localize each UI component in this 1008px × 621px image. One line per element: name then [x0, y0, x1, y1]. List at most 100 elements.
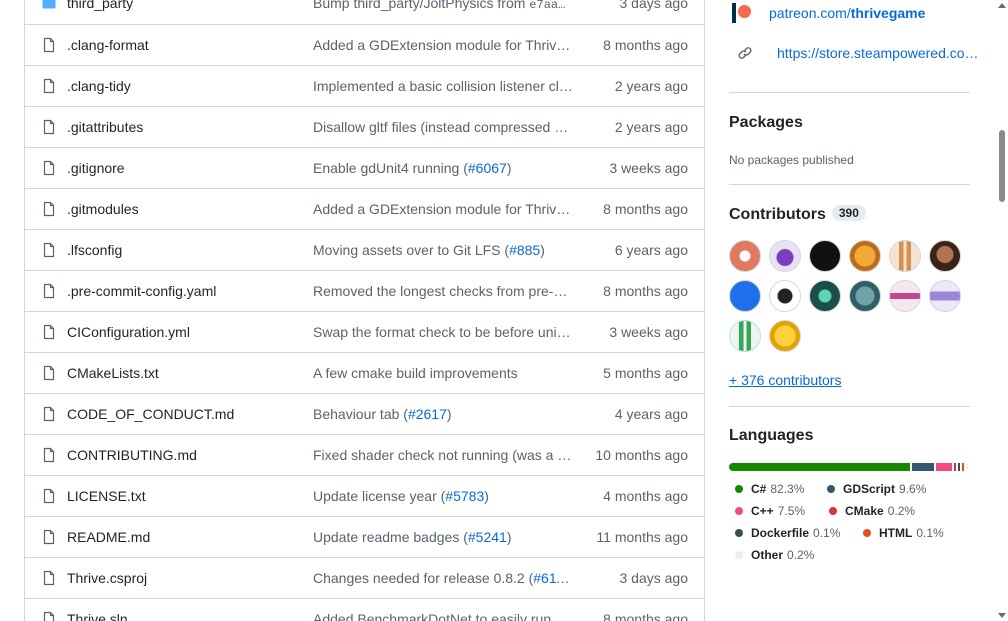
commit-message-link[interactable]: Changes needed for release 0.8.2 (#6111): [313, 570, 573, 586]
contributor-avatar[interactable]: [849, 280, 881, 312]
file-row[interactable]: .gitmodules Added a GDExtension module fo…: [25, 188, 704, 229]
pull-request-link[interactable]: #5783: [445, 488, 484, 504]
file-name-link[interactable]: CIConfiguration.yml: [67, 324, 190, 340]
store-link-row[interactable]: https://store.steampowered.co…: [729, 43, 979, 63]
language-color-dot: [863, 529, 871, 537]
contributor-avatar[interactable]: [889, 240, 921, 272]
contributor-avatar[interactable]: [729, 240, 761, 272]
file-name-link[interactable]: third_party: [67, 0, 133, 11]
commit-message-link[interactable]: Enable gdUnit4 running (#6067): [313, 160, 573, 176]
contributor-avatar[interactable]: [809, 280, 841, 312]
file-name-link[interactable]: .clang-format: [67, 37, 149, 53]
pull-request-link[interactable]: #2617: [408, 406, 447, 422]
file-name-link[interactable]: .pre-commit-config.yaml: [67, 283, 216, 299]
file-name-link[interactable]: CODE_OF_CONDUCT.md: [67, 406, 234, 422]
commit-message-link[interactable]: Added BenchmarkDotNet to easily run…: [313, 611, 573, 621]
language-legend-item[interactable]: HTML 0.1%: [863, 526, 944, 540]
file-row[interactable]: README.md Update readme badges (#5241) 11 …: [25, 516, 704, 557]
language-legend-item[interactable]: Other 0.2%: [735, 548, 814, 562]
pull-request-link[interactable]: #885: [509, 242, 540, 258]
file-name-link[interactable]: CMakeLists.txt: [67, 365, 159, 381]
file-name-link[interactable]: .clang-tidy: [67, 78, 131, 94]
file-name-link[interactable]: .gitattributes: [67, 119, 143, 135]
store-link[interactable]: https://store.steampowered.co…: [777, 45, 979, 61]
contributor-avatar[interactable]: [769, 280, 801, 312]
file-row[interactable]: LICENSE.txt Update license year (#5783) 4 …: [25, 475, 704, 516]
file-name-link[interactable]: Thrive.sln: [67, 611, 128, 621]
file-row[interactable]: .lfsconfig Moving assets over to Git LFS …: [25, 229, 704, 270]
file-name-link[interactable]: LICENSE.txt: [67, 488, 146, 504]
contributor-avatar[interactable]: [729, 320, 761, 352]
contributor-avatar[interactable]: [929, 240, 961, 272]
file-row[interactable]: CODE_OF_CONDUCT.md Behaviour tab (#2617) 4…: [25, 393, 704, 434]
scroll-up-arrow-icon[interactable]: [998, 3, 1006, 8]
pull-request-link[interactable]: #5241: [468, 529, 507, 545]
commit-message-link[interactable]: Swap the format check to be before uni…: [313, 324, 573, 340]
scroll-down-arrow-icon[interactable]: [998, 613, 1006, 618]
file-row[interactable]: .pre-commit-config.yaml Removed the longe…: [25, 270, 704, 311]
file-name-link[interactable]: Thrive.csproj: [67, 570, 147, 586]
page-scrollbar[interactable]: [996, 0, 1008, 621]
commit-message-link[interactable]: Behaviour tab (#2617): [313, 406, 573, 422]
commit-date: 4 months ago: [603, 488, 688, 504]
file-name-link[interactable]: .lfsconfig: [67, 242, 122, 258]
commit-message-link[interactable]: Fixed shader check not running (was a …: [313, 447, 573, 463]
commit-message-link[interactable]: A few cmake build improvements: [313, 365, 573, 381]
contributor-avatar[interactable]: [809, 240, 841, 272]
commit-message-link[interactable]: Implemented a basic collision listener c…: [313, 78, 573, 94]
language-legend-item[interactable]: CMake 0.2%: [829, 504, 915, 518]
contributor-avatar[interactable]: [849, 240, 881, 272]
commit-message-link[interactable]: Moving assets over to Git LFS (#885): [313, 242, 573, 258]
commit-message-link[interactable]: Removed the longest checks from pre-…: [313, 283, 573, 299]
contributor-avatar[interactable]: [769, 240, 801, 272]
commit-message-link[interactable]: Update license year (#5783): [313, 488, 573, 504]
more-contributors-link[interactable]: + 376 contributors: [729, 372, 841, 388]
file-name-link[interactable]: .gitignore: [67, 160, 125, 176]
file-row[interactable]: .clang-tidy Implemented a basic collision…: [25, 65, 704, 106]
file-row[interactable]: .clang-format Added a GDExtension module …: [25, 24, 704, 65]
commit-message-suffix: ): [446, 406, 452, 422]
language-legend-item[interactable]: C# 82.3%: [735, 482, 804, 496]
commit-message-link[interactable]: Bump third_party/JoltPhysics from e7aa…: [313, 0, 573, 12]
pull-request-link[interactable]: #6111: [533, 570, 570, 586]
file-name-link[interactable]: .gitmodules: [67, 201, 139, 217]
file-row[interactable]: .gitignore Enable gdUnit4 running (#6067)…: [25, 147, 704, 188]
language-legend-item[interactable]: GDScript 9.6%: [827, 482, 926, 496]
file-row[interactable]: CMakeLists.txt A few cmake build improvem…: [25, 352, 704, 393]
commit-message-text: Behaviour tab (: [313, 406, 408, 422]
language-percent: 7.5%: [777, 504, 806, 518]
language-bar-segment: [966, 463, 968, 471]
language-color-dot: [735, 529, 743, 537]
contributor-avatar[interactable]: [889, 280, 921, 312]
language-percent: 9.6%: [899, 482, 927, 496]
commit-message-text: Changes needed for release 0.8.2 (: [313, 570, 534, 586]
file-row[interactable]: Thrive.csproj Changes needed for release …: [25, 557, 704, 598]
file-name-link[interactable]: CONTRIBUTING.md: [67, 447, 197, 463]
contributors-title[interactable]: Contributors 390: [729, 205, 866, 224]
packages-title[interactable]: Packages: [729, 114, 803, 132]
file-row[interactable]: Thrive.sln Added BenchmarkDotNet to easil…: [25, 598, 704, 621]
commit-message-link[interactable]: Added a GDExtension module for Thriv…: [313, 37, 573, 53]
commit-date: 8 months ago: [603, 201, 688, 217]
file-row[interactable]: .gitattributes Disallow gltf files (inste…: [25, 106, 704, 147]
file-row[interactable]: CONTRIBUTING.md Fixed shader check not ru…: [25, 434, 704, 475]
pull-request-link[interactable]: #6067: [468, 160, 507, 176]
contributor-avatar[interactable]: [729, 280, 761, 312]
file-row[interactable]: third_party Bump third_party/JoltPhysics …: [25, 0, 704, 24]
commit-message-link[interactable]: Added a GDExtension module for Thriv…: [313, 201, 573, 217]
commit-hash[interactable]: e7aa…: [529, 0, 565, 12]
commit-message-link[interactable]: Update readme badges (#5241): [313, 529, 573, 545]
scroll-thumb[interactable]: [999, 130, 1005, 202]
contributor-avatar[interactable]: [769, 320, 801, 352]
patreon-link[interactable]: patreon.com/thrivegame: [769, 5, 925, 21]
contributor-avatar[interactable]: [929, 280, 961, 312]
patreon-link-row[interactable]: patreon.com/thrivegame: [729, 3, 925, 23]
file-icon: [41, 570, 57, 586]
language-legend-item[interactable]: C++ 7.5%: [735, 504, 805, 518]
commit-message-link[interactable]: Disallow gltf files (instead compressed …: [313, 119, 573, 135]
commit-message-text: Moving assets over to Git LFS (: [313, 242, 510, 258]
language-color-dot: [735, 551, 743, 559]
language-legend-item[interactable]: Dockerfile 0.1%: [735, 526, 840, 540]
file-name-link[interactable]: README.md: [67, 529, 150, 545]
file-row[interactable]: CIConfiguration.yml Swap the format check…: [25, 311, 704, 352]
